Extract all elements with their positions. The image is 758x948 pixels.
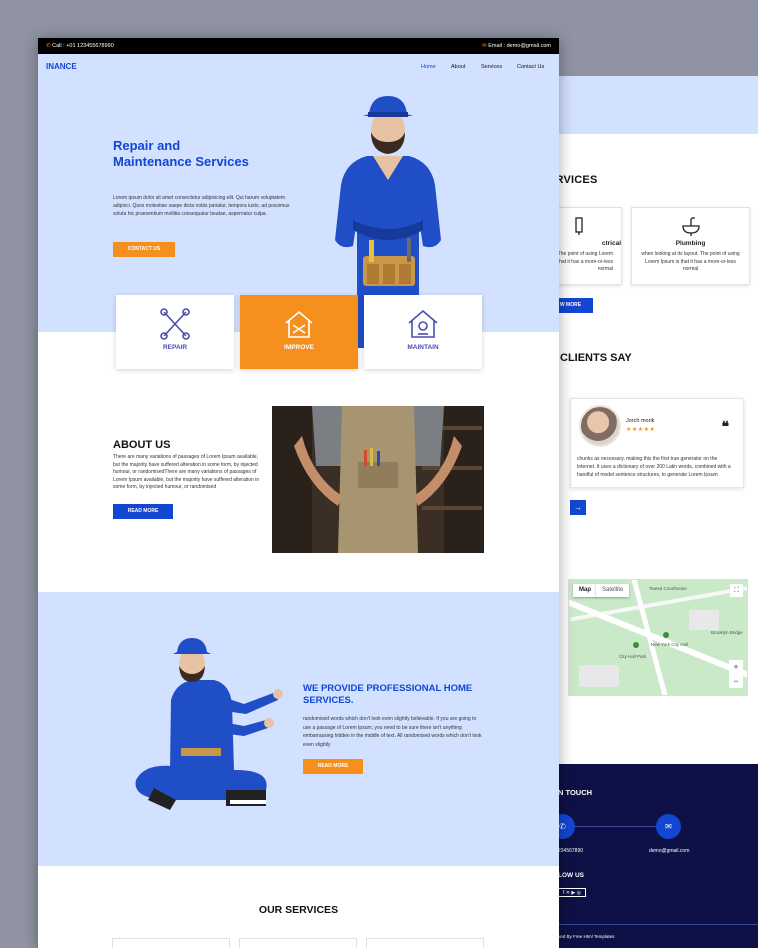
map-block — [689, 610, 719, 630]
feature-label: IMPROVE — [284, 344, 314, 351]
zoom-out-button[interactable]: − — [729, 674, 743, 688]
testimonial-card: Jorch morik ★★★★★ ❝ chunks as necessary,… — [570, 398, 744, 488]
nav-about[interactable]: About — [451, 64, 465, 70]
client-avatar — [579, 405, 621, 447]
service-card[interactable] — [366, 938, 484, 948]
zoom-in-button[interactable]: + — [729, 660, 743, 674]
provide-read-more-button[interactable]: READ MORE — [303, 759, 363, 774]
top-bar: ✆ Call : +01 123455678990 ✉ Email : demo… — [38, 38, 559, 54]
nav-contact-us[interactable]: Contact Us — [517, 64, 544, 70]
about-text: There are many variations of passages of… — [113, 454, 260, 491]
contact-us-button[interactable]: CONTACT US — [113, 242, 175, 257]
divider — [560, 826, 668, 827]
map-label: Tweed Courthouse — [649, 586, 687, 591]
feature-card-repair[interactable]: REPAIR — [116, 295, 234, 369]
nav-services[interactable]: Services — [481, 64, 502, 70]
get-in-touch-title: N TOUCH — [558, 788, 593, 797]
electrical-icon — [575, 217, 583, 235]
divider — [558, 924, 758, 925]
map-pin — [663, 632, 669, 638]
map-block — [579, 665, 619, 687]
next-testimonial-button[interactable]: → — [570, 500, 586, 515]
quote-icon: ❝ — [721, 419, 729, 435]
service-card-plumbing[interactable]: Plumbing when looking at its layout. The… — [631, 207, 750, 285]
wrench-cross-icon — [160, 308, 190, 340]
hero-text: Lorem ipsum dolor sit amet consectetur a… — [113, 195, 290, 218]
email-text: Email : demo@gmail.com — [488, 43, 551, 49]
map-tab-satellite[interactable]: Satellite — [596, 584, 630, 597]
front-page-preview: ✆ Call : +01 123455678990 ✉ Email : demo… — [38, 38, 559, 948]
mail-icon[interactable]: ✉ — [656, 814, 681, 839]
testimonial-text: chunks as necessary, making this the fir… — [577, 456, 731, 478]
about-read-more-button[interactable]: READ MORE — [113, 504, 173, 519]
map-label: New York City Hall — [651, 642, 689, 647]
site-logo[interactable]: INANCE — [46, 62, 77, 71]
provide-section: WE PROVIDE PROFESSIONAL HOME SERVICES. r… — [38, 592, 559, 866]
feature-label: REPAIR — [162, 344, 188, 351]
fullscreen-icon[interactable]: ⛶ — [730, 584, 743, 597]
hero-section: INANCE Home About Services Contact Us Re… — [38, 54, 559, 348]
service-card-text: when looking at its layout. The point of… — [641, 251, 740, 272]
provide-title: WE PROVIDE PROFESSIONAL HOME SERVICES. — [303, 683, 473, 706]
service-card-title: Plumbing — [675, 240, 706, 247]
email-info[interactable]: ✉ Email : demo@gmail.com — [482, 43, 551, 49]
house-maintain-icon — [408, 309, 438, 338]
copyright-text: ved By Free Html Templates — [558, 934, 615, 939]
worker-sitting-photo — [135, 638, 283, 810]
hero-title: Repair and Maintenance Services — [113, 138, 249, 169]
map-pin — [633, 642, 639, 648]
provide-text: randomised words which don't look even s… — [303, 716, 482, 748]
map-label: City Hall Park — [619, 654, 647, 659]
about-photo — [272, 406, 484, 553]
footer-email: demo@gmail.com — [649, 848, 690, 854]
social-icons[interactable]: f ✕ ▶ ◎ — [558, 888, 586, 897]
sink-icon — [681, 217, 700, 236]
map-label: Brooklyn Bridge — [711, 630, 743, 635]
about-title: ABOUT US — [113, 439, 171, 451]
house-tools-icon — [285, 310, 313, 338]
call-text: Call : +01 123455678990 — [52, 43, 114, 49]
feature-card-improve[interactable]: IMPROVE — [240, 295, 358, 369]
service-card[interactable] — [239, 938, 357, 948]
location-map[interactable]: New York City Hall Tweed Courthouse City… — [568, 579, 748, 696]
follow-us-title: LOW US — [558, 872, 584, 879]
our-services-title: OUR SERVICES — [258, 904, 339, 916]
map-zoom-controls[interactable]: + − — [729, 660, 743, 688]
call-info[interactable]: ✆ Call : +01 123455678990 — [46, 43, 114, 49]
service-card[interactable] — [112, 938, 230, 948]
rating-stars: ★★★★★ — [626, 427, 656, 433]
nav-home[interactable]: Home — [421, 64, 436, 70]
footer-phone: 234567890 — [558, 848, 584, 854]
feature-label: MAINTAIN — [407, 344, 439, 351]
map-tab-map[interactable]: Map — [573, 584, 597, 597]
clients-say-title: CLIENTS SAY — [560, 352, 632, 364]
client-name: Jorch morik — [626, 418, 655, 424]
feature-card-maintain[interactable]: MAINTAIN — [364, 295, 482, 369]
